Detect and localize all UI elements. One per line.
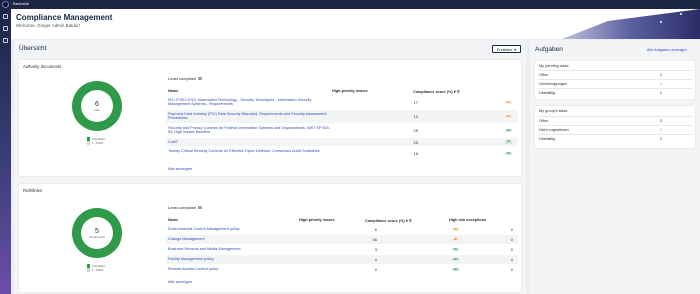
card-title: My pending tasks xyxy=(539,64,569,68)
row-name[interactable]: Change Management xyxy=(168,237,328,242)
logo-icon[interactable] xyxy=(2,1,9,8)
authority-title: Authority documents xyxy=(23,64,62,69)
col-exceptions[interactable]: High risk exceptions xyxy=(449,218,486,222)
col-hp[interactable]: High-priority issues xyxy=(332,89,368,93)
my-group-tasks-card: My group's tasks Offen 3 Nicht zugewiese… xyxy=(535,106,695,148)
guidelines-title: Richtlinien xyxy=(23,188,43,193)
table-row: Remote Access Control policy 0 100 0 xyxy=(166,265,518,274)
donut-value: 5 xyxy=(95,227,99,235)
task-row[interactable]: Überfällig 1 xyxy=(538,88,692,96)
authority-card: Authority documents 6 Aktiv Compliant 1 … xyxy=(19,60,521,176)
home-icon[interactable] xyxy=(3,14,8,19)
show-all-link[interactable]: Alle anzeigen xyxy=(168,279,192,284)
row-name[interactable]: CobiT xyxy=(168,140,333,145)
score-badge: 99 xyxy=(505,128,512,132)
create-button[interactable]: Erstellen ▾ xyxy=(492,45,521,53)
score-badge: 99 xyxy=(505,140,512,144)
least-compliant-label: Least compliant xyxy=(168,205,202,210)
top-bar: Baxhalle xyxy=(0,0,700,9)
card-title: My group's tasks xyxy=(539,109,568,113)
guidelines-legend: Compliant 1 - 100% xyxy=(87,264,105,272)
table-row: Environmental Control Management policy … xyxy=(166,225,518,234)
task-row[interactable]: Überfällig 2 xyxy=(538,134,692,142)
filter-icon[interactable] xyxy=(198,76,202,81)
col-score[interactable]: Compliance score (%) ▾ ⚲ xyxy=(413,89,459,94)
page-header: Compliance Management Welcome, Ginger Ad… xyxy=(11,9,700,39)
row-name[interactable]: Business Records and Media Management xyxy=(168,247,328,252)
donut-value: 6 xyxy=(95,100,99,108)
chevron-down-icon: ▾ xyxy=(514,46,517,52)
settings-icon[interactable] xyxy=(3,38,8,43)
task-row[interactable]: Nicht zugewiesen 0 xyxy=(538,125,692,133)
authority-legend: Compliant 1 - 100% xyxy=(87,137,105,145)
create-label: Erstellen xyxy=(496,46,513,52)
row-name[interactable]: ISO 27001:2013, Information Technology -… xyxy=(168,98,333,107)
filter-icon[interactable] xyxy=(198,205,202,210)
task-row[interactable]: Genehmigungen 0 xyxy=(538,79,692,87)
table-row: Business Records and Media Management 3 … xyxy=(166,245,518,254)
table-row: Payment Card Industry (PCI) Data Securit… xyxy=(166,110,518,123)
sidebar xyxy=(0,0,11,294)
score-badge: 100 xyxy=(452,257,459,262)
dashboard-icon[interactable] xyxy=(3,26,8,31)
score-badge: 97 xyxy=(505,100,512,104)
row-name[interactable]: Twenty Critical Security Controls for Ef… xyxy=(168,149,333,154)
score-badge: 99 xyxy=(505,151,512,155)
donut-label: Aktiv xyxy=(93,107,101,112)
task-row[interactable]: Offen 2 xyxy=(538,70,692,78)
row-name[interactable]: Payment Card Industry (PCI) Data Securit… xyxy=(168,112,333,121)
task-row[interactable]: Offen 3 xyxy=(538,116,692,124)
show-all-link[interactable]: Alle anzeigen xyxy=(168,166,192,171)
score-badge: 98 xyxy=(452,237,459,242)
header-illustration xyxy=(562,9,700,39)
col-hp[interactable]: High-priority issues xyxy=(299,218,335,222)
overview-panel: Übersicht Erstellen ▾ Authority document… xyxy=(14,40,526,294)
score-badge: 97 xyxy=(505,114,512,118)
show-all-tasks-link[interactable]: Alle Aufgaben anzeigen xyxy=(647,48,687,52)
table-row: Security and Privacy Controls for Federa… xyxy=(166,124,518,137)
overview-title: Übersicht xyxy=(19,45,47,52)
my-pending-tasks-card: My pending tasks Offen 2 Genehmigungen 0… xyxy=(535,61,695,99)
tasks-panel: Aufgaben Alle Aufgaben anzeigen My pendi… xyxy=(530,40,700,294)
score-badge: 97 xyxy=(452,227,459,232)
score-badge: 99 xyxy=(452,247,459,252)
row-name[interactable]: Environmental Control Management policy xyxy=(168,227,328,232)
brand-label: Baxhalle xyxy=(13,1,30,6)
table-row: ISO 27001:2013, Information Technology -… xyxy=(166,96,518,109)
col-name[interactable]: Name xyxy=(168,218,178,222)
welcome-text: Welcome, Ginger Admin Baldur! xyxy=(16,23,80,28)
row-name[interactable]: Remote Access Control policy xyxy=(168,267,328,272)
page-title: Compliance Management xyxy=(16,13,113,22)
row-name[interactable]: Facility Management policy xyxy=(168,257,328,262)
col-name[interactable]: Name xyxy=(168,89,178,93)
least-compliant-label: Least compliant xyxy=(168,76,202,81)
guidelines-donut[interactable]: 5 Veröffentlicht xyxy=(72,208,122,258)
row-name[interactable]: Security and Privacy Controls for Federa… xyxy=(168,126,333,135)
authority-donut[interactable]: 6 Aktiv xyxy=(72,81,122,131)
table-row: Twenty Critical Security Controls for Ef… xyxy=(166,147,518,160)
table-row: Change Management 46 98 0 xyxy=(166,235,518,244)
donut-label: Veröffentlicht xyxy=(88,234,106,239)
table-row: Facility Management policy 0 100 0 xyxy=(166,255,518,264)
guidelines-card: Richtlinien 5 Veröffentlicht Compliant 1… xyxy=(19,184,521,292)
col-score[interactable]: Compliance score (%) ▾ ⚲ xyxy=(365,218,411,223)
table-row: CobiT 25 99 xyxy=(166,138,518,146)
score-badge: 100 xyxy=(452,267,459,272)
tasks-title: Aufgaben xyxy=(535,46,563,53)
